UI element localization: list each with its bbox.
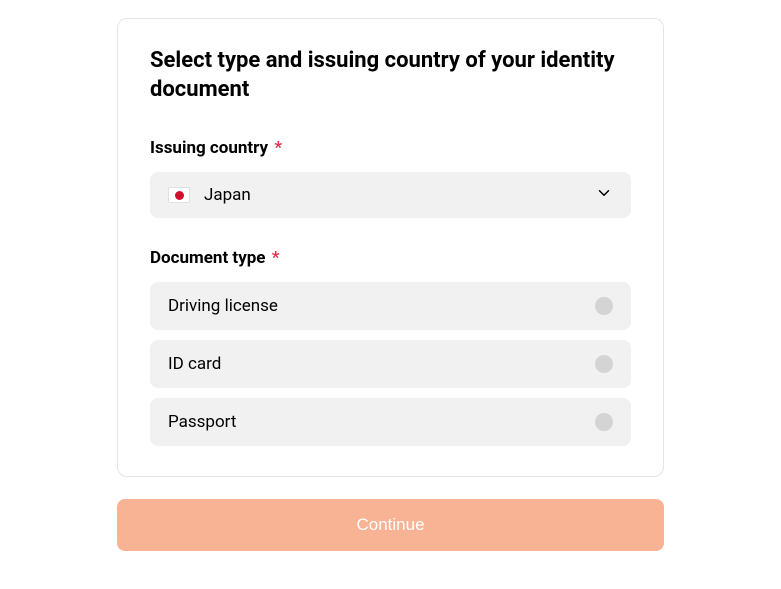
japan-flag-icon bbox=[168, 187, 190, 203]
radio-icon bbox=[595, 355, 613, 373]
option-id-card[interactable]: ID card bbox=[150, 340, 631, 388]
select-left: Japan bbox=[168, 185, 251, 205]
option-label: Passport bbox=[168, 412, 236, 432]
document-type-label: Document type bbox=[150, 248, 266, 268]
document-type-group: Document type * Driving license ID card … bbox=[150, 248, 631, 446]
issuing-country-value: Japan bbox=[204, 185, 251, 205]
radio-icon bbox=[595, 413, 613, 431]
option-label: Driving license bbox=[168, 296, 278, 316]
issuing-country-select[interactable]: Japan bbox=[150, 172, 631, 218]
chevron-down-icon bbox=[595, 184, 613, 206]
radio-icon bbox=[595, 297, 613, 315]
required-asterisk: * bbox=[274, 138, 282, 158]
document-type-label-row: Document type * bbox=[150, 248, 631, 268]
required-asterisk: * bbox=[272, 248, 280, 268]
page-title: Select type and issuing country of your … bbox=[150, 47, 631, 104]
issuing-country-label: Issuing country bbox=[150, 138, 268, 158]
continue-button[interactable]: Continue bbox=[117, 499, 664, 551]
option-label: ID card bbox=[168, 354, 221, 374]
document-selection-card: Select type and issuing country of your … bbox=[117, 18, 664, 477]
option-driving-license[interactable]: Driving license bbox=[150, 282, 631, 330]
option-passport[interactable]: Passport bbox=[150, 398, 631, 446]
issuing-country-label-row: Issuing country * bbox=[150, 138, 631, 158]
document-type-options: Driving license ID card Passport bbox=[150, 282, 631, 446]
issuing-country-group: Issuing country * Japan bbox=[150, 138, 631, 218]
